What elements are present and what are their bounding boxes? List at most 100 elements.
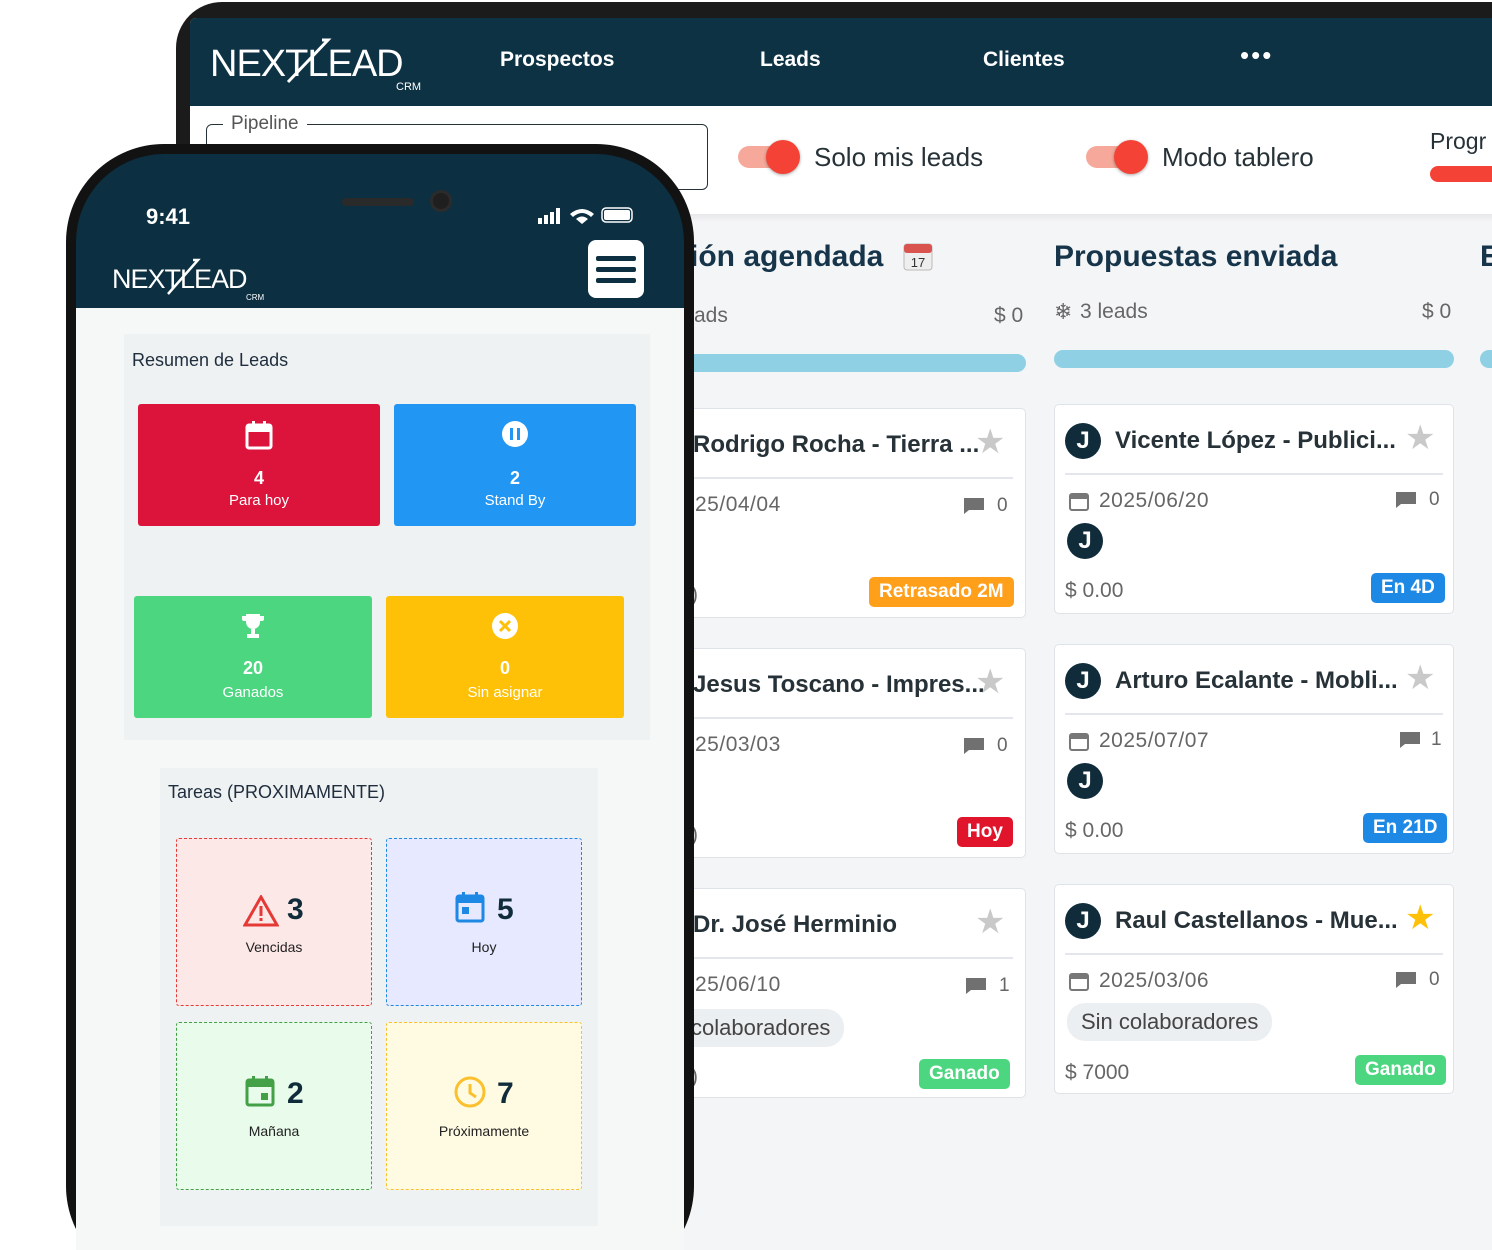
tile-number: 4: [253, 468, 264, 488]
collaborator-avatar: J: [1067, 523, 1103, 559]
column-meta-propuestas: 3 leads: [1080, 300, 1148, 323]
comment-icon: [964, 738, 984, 754]
close-circle-icon: [492, 613, 518, 639]
lead-card-amount: $ 0.00: [1065, 579, 1124, 602]
star-outline-icon[interactable]: ★: [1405, 421, 1435, 455]
avatar: J: [1065, 423, 1101, 459]
star-outline-icon[interactable]: ★: [975, 905, 1005, 939]
calendar-today-icon: [455, 892, 485, 923]
star-outline-icon[interactable]: ★: [975, 425, 1005, 459]
comment-icon: [1400, 732, 1420, 748]
trophy-icon: [242, 614, 264, 638]
nav-leads[interactable]: Leads: [760, 48, 821, 72]
comment-count: 0: [997, 495, 1008, 516]
lead-card-date: 2025/06/20: [1099, 489, 1210, 512]
tile-para-hoy[interactable]: 4 Para hoy: [138, 404, 380, 526]
svg-text:NEXTLEAD: NEXTLEAD: [112, 264, 247, 294]
comment-icon: [964, 498, 984, 514]
tile-number: 20: [242, 658, 264, 678]
calendar-icon: [1069, 973, 1089, 991]
phone-speaker: [342, 198, 414, 206]
lead-card-date: 2025/03/06: [1099, 969, 1210, 992]
nextlead-logo: NEXTLEAD CRM: [210, 38, 421, 92]
comment-count: 0: [1429, 969, 1440, 990]
comment-icon: [1396, 972, 1416, 988]
status-badge: En 4D: [1371, 573, 1445, 603]
comment-count: 1: [1431, 729, 1442, 750]
warning-icon: [243, 895, 279, 927]
pipeline-label: Pipeline: [223, 113, 307, 135]
lead-card[interactable]: Jesus Toscano - Impres... ★ 25/03/03 0 )…: [686, 648, 1026, 858]
status-badge: En 21D: [1363, 813, 1448, 843]
lead-card-title: Dr. José Herminio: [693, 911, 898, 938]
task-hoy[interactable]: 5 Hoy: [386, 838, 582, 1006]
nextlead-logo: NEXTLEAD CRM: [112, 258, 265, 302]
lead-card-date: 25/06/10: [695, 973, 781, 996]
svg-text:CRM: CRM: [246, 293, 265, 302]
pause-circle-icon: [502, 421, 528, 447]
calendar-tomorrow-icon: [245, 1076, 275, 1107]
task-vencidas[interactable]: 3 Vencidas: [176, 838, 372, 1006]
phone-camera: [430, 190, 452, 212]
clock-icon: [454, 1076, 486, 1108]
column-progress-propuestas: [1054, 350, 1454, 368]
lead-card[interactable]: J Raul Castellanos - Mue... ★ 2025/03/06…: [1054, 884, 1454, 1094]
modo-tablero-label: Modo tablero: [1162, 142, 1314, 172]
tile-stand-by[interactable]: 2 Stand By: [394, 404, 636, 526]
tile-label: Para hoy: [228, 492, 290, 509]
calendar-emoji-icon: 17: [903, 243, 933, 271]
status-badge: Retrasado 2M: [869, 577, 1014, 607]
tareas-panel: Tareas (PROXIMAMENTE) 3 Vencidas 5 Hoy 2…: [160, 768, 598, 1226]
lead-card[interactable]: Dr. José Herminio ★ 25/06/10 1 colaborad…: [677, 888, 1026, 1098]
column-title-partial: E: [1480, 240, 1492, 273]
phone-content: Resumen de Leads 4 Para hoy 2 Stand By 2…: [76, 308, 684, 1250]
calendar-icon: [245, 421, 273, 450]
star-outline-icon[interactable]: ★: [1405, 661, 1435, 695]
tile-number: 0: [499, 658, 510, 678]
task-number: 3: [287, 893, 304, 926]
snowflake-icon: ❄: [1054, 299, 1073, 324]
collaborator-avatar: J: [1067, 763, 1103, 799]
tile-label: Stand By: [484, 492, 546, 509]
avatar: J: [1065, 663, 1101, 699]
tile-label: Ganados: [222, 684, 284, 701]
tile-number: 2: [509, 468, 520, 488]
column-title-propuestas: Propuestas enviada: [1054, 240, 1338, 273]
task-number: 5: [497, 893, 514, 926]
star-filled-icon[interactable]: ★: [1405, 901, 1435, 935]
lead-card-title: Jesus Toscano - Impres...: [693, 671, 985, 698]
task-proximamente[interactable]: 7 Próximamente: [386, 1022, 582, 1190]
collaborators-chip: colaboradores: [677, 1009, 845, 1047]
collaborators-chip: Sin colaboradores: [1067, 1003, 1273, 1041]
nav-clientes[interactable]: Clientes: [983, 48, 1065, 72]
svg-text:17: 17: [911, 255, 925, 270]
lead-card[interactable]: J Vicente López - Publici... ★ 2025/06/2…: [1054, 404, 1454, 614]
nav-prospectos[interactable]: Prospectos: [500, 48, 614, 72]
task-number: 7: [497, 1077, 514, 1110]
lead-card-amount: $ 0.00: [1065, 819, 1124, 842]
resumen-title: Resumen de Leads: [132, 350, 289, 370]
lead-card-title: Vicente López - Publici...: [1115, 427, 1396, 454]
hamburger-menu-button[interactable]: [588, 240, 644, 298]
comment-icon: [1396, 492, 1416, 508]
solo-mis-leads-toggle[interactable]: [738, 140, 800, 174]
task-label: Próximamente: [438, 1123, 530, 1139]
more-menu-icon[interactable]: •••: [1240, 40, 1273, 71]
status-badge: Ganado: [919, 1059, 1010, 1089]
solo-mis-leads-label: Solo mis leads: [814, 142, 984, 172]
column-meta-agendada: ads: [694, 304, 728, 327]
task-label: Mañana: [248, 1123, 300, 1139]
modo-tablero-toggle[interactable]: [1086, 140, 1148, 174]
task-label: Vencidas: [245, 939, 303, 955]
resumen-panel: Resumen de Leads 4 Para hoy 2 Stand By 2…: [124, 334, 650, 740]
column-amount-propuestas: $ 0: [1422, 300, 1452, 323]
tile-ganados[interactable]: 20 Ganados: [134, 596, 372, 718]
star-outline-icon[interactable]: ★: [975, 665, 1005, 699]
column-progress-partial: [1480, 350, 1492, 368]
calendar-icon: [1069, 493, 1089, 511]
lead-card-date: 2025/07/07: [1099, 729, 1210, 752]
task-manana[interactable]: 2 Mañana: [176, 1022, 372, 1190]
lead-card[interactable]: J Arturo Ecalante - Mobli... ★ 2025/07/0…: [1054, 644, 1454, 854]
tile-sin-asignar[interactable]: 0 Sin asignar: [386, 596, 624, 718]
lead-card[interactable]: Rodrigo Rocha - Tierra ... ★ 25/04/04 0 …: [686, 408, 1026, 618]
